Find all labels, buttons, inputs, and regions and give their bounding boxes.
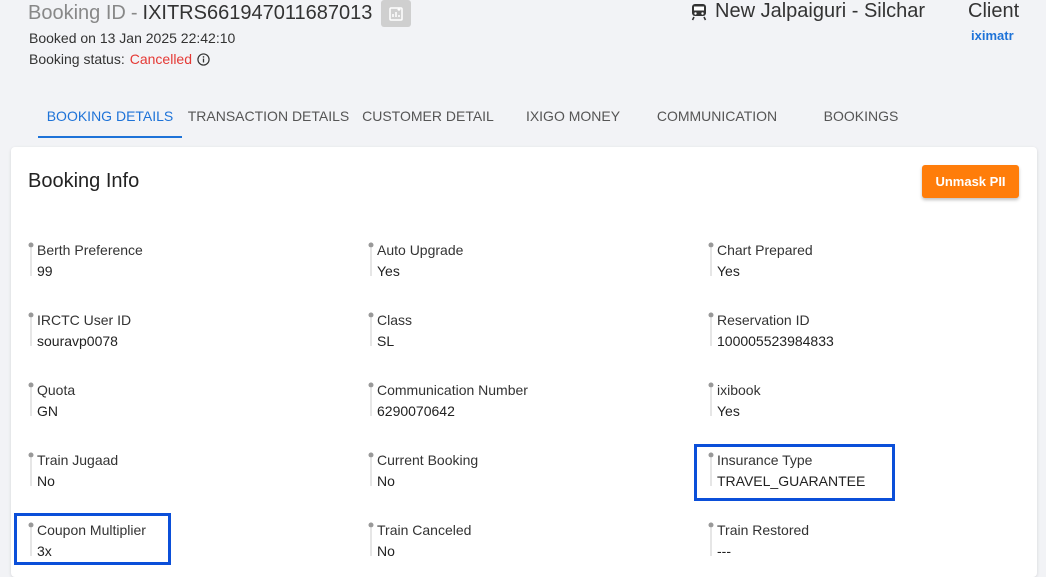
field-label: Berth Preference: [37, 242, 143, 258]
client-label: Client: [968, 0, 1020, 22]
copy-icon[interactable]: [381, 0, 412, 27]
field-value: souravp0078: [37, 333, 118, 349]
field-auto-upgrade: Auto Upgrade Yes: [368, 242, 688, 292]
tab-ixigo-money[interactable]: IXIGO MONEY: [515, 95, 631, 137]
field-value: 100005523984833: [717, 333, 834, 349]
booking-id-line: Booking ID - IXITRS661947011687013: [28, 0, 412, 27]
booking-status-value: Cancelled: [129, 51, 192, 67]
field-label: Communication Number: [377, 382, 528, 398]
field-value: Yes: [377, 263, 400, 279]
tab-booking-details[interactable]: BOOKING DETAILS: [38, 95, 182, 137]
field-ixibook: ixibook Yes: [708, 382, 1028, 432]
tab-bookings[interactable]: BOOKINGS: [812, 95, 910, 137]
field-value: No: [37, 473, 55, 489]
field-label: Train Restored: [717, 522, 810, 538]
pin-icon: [368, 242, 374, 276]
field-label: Auto Upgrade: [377, 242, 464, 258]
field-class: Class SL: [368, 312, 688, 362]
field-value: Yes: [717, 263, 740, 279]
pin-icon: [28, 242, 34, 276]
tab-bar: BOOKING DETAILS TRANSACTION DETAILS CUST…: [0, 95, 1046, 139]
field-irctc-user-id: IRCTC User ID souravp0078: [28, 312, 348, 362]
active-tab-indicator: [38, 136, 182, 138]
field-label: Reservation ID: [717, 312, 810, 328]
field-value: 99: [37, 263, 53, 279]
pin-icon: [28, 382, 34, 416]
tab-customer-detail[interactable]: CUSTOMER DETAIL: [358, 95, 498, 137]
unmask-pii-button[interactable]: Unmask PII: [922, 165, 1019, 198]
field-label: Train Jugaad: [37, 452, 119, 468]
pin-icon: [28, 312, 34, 346]
pin-icon: [708, 312, 714, 346]
tab-transaction-details[interactable]: TRANSACTION DETAILS: [187, 95, 350, 137]
field-label: Current Booking: [377, 452, 479, 468]
highlight-box-coupon-multiplier: [14, 513, 171, 565]
card-title: Booking Info: [28, 170, 140, 192]
pin-icon: [368, 522, 374, 556]
booked-on-date: Booked on 13 Jan 2025 22:42:10: [29, 30, 236, 46]
pin-icon: [368, 452, 374, 486]
field-quota: Quota GN: [28, 382, 348, 432]
field-value: SL: [377, 333, 395, 349]
field-current-booking: Current Booking No: [368, 452, 688, 502]
field-communication-number: Communication Number 6290070642: [368, 382, 688, 432]
booking-status-label: Booking status:: [29, 51, 125, 67]
train-icon: [691, 3, 707, 21]
field-label: Quota: [37, 382, 76, 398]
booking-id-label: Booking ID: [28, 2, 126, 24]
booking-status: Booking status: Cancelled: [29, 51, 210, 67]
field-value: 6290070642: [377, 403, 455, 419]
route-text: New Jalpaiguri - Silchar: [715, 0, 926, 22]
client-user-link[interactable]: iximatr: [971, 28, 1014, 43]
field-berth-preference: Berth Preference 99: [28, 242, 348, 292]
field-label: Chart Prepared: [717, 242, 813, 258]
pin-icon: [368, 312, 374, 346]
booking-id-value: IXITRS661947011687013: [142, 2, 373, 24]
pin-icon: [708, 242, 714, 276]
pin-icon: [28, 452, 34, 486]
info-icon[interactable]: [197, 52, 210, 66]
field-value: Yes: [717, 403, 740, 419]
field-train-jugaad: Train Jugaad No: [28, 452, 348, 502]
field-value: No: [377, 473, 395, 489]
tab-communication[interactable]: COMMUNICATION: [651, 95, 783, 137]
booking-id-separator: -: [130, 2, 138, 24]
field-label: ixibook: [717, 382, 761, 398]
field-value: ---: [717, 543, 731, 559]
booking-header: Booking ID - IXITRS661947011687013 Booke…: [0, 0, 1046, 95]
route: New Jalpaiguri - Silchar: [691, 0, 925, 23]
field-value: No: [377, 543, 395, 559]
field-chart-prepared: Chart Prepared Yes: [708, 242, 1028, 292]
field-label: IRCTC User ID: [37, 312, 132, 328]
pin-icon: [708, 522, 714, 556]
pin-icon: [708, 382, 714, 416]
field-label: Train Canceled: [377, 522, 472, 538]
field-value: GN: [37, 403, 58, 419]
field-reservation-id: Reservation ID 100005523984833: [708, 312, 1028, 362]
field-label: Class: [377, 312, 413, 328]
highlight-box-insurance-type: [694, 444, 895, 501]
pin-icon: [368, 382, 374, 416]
